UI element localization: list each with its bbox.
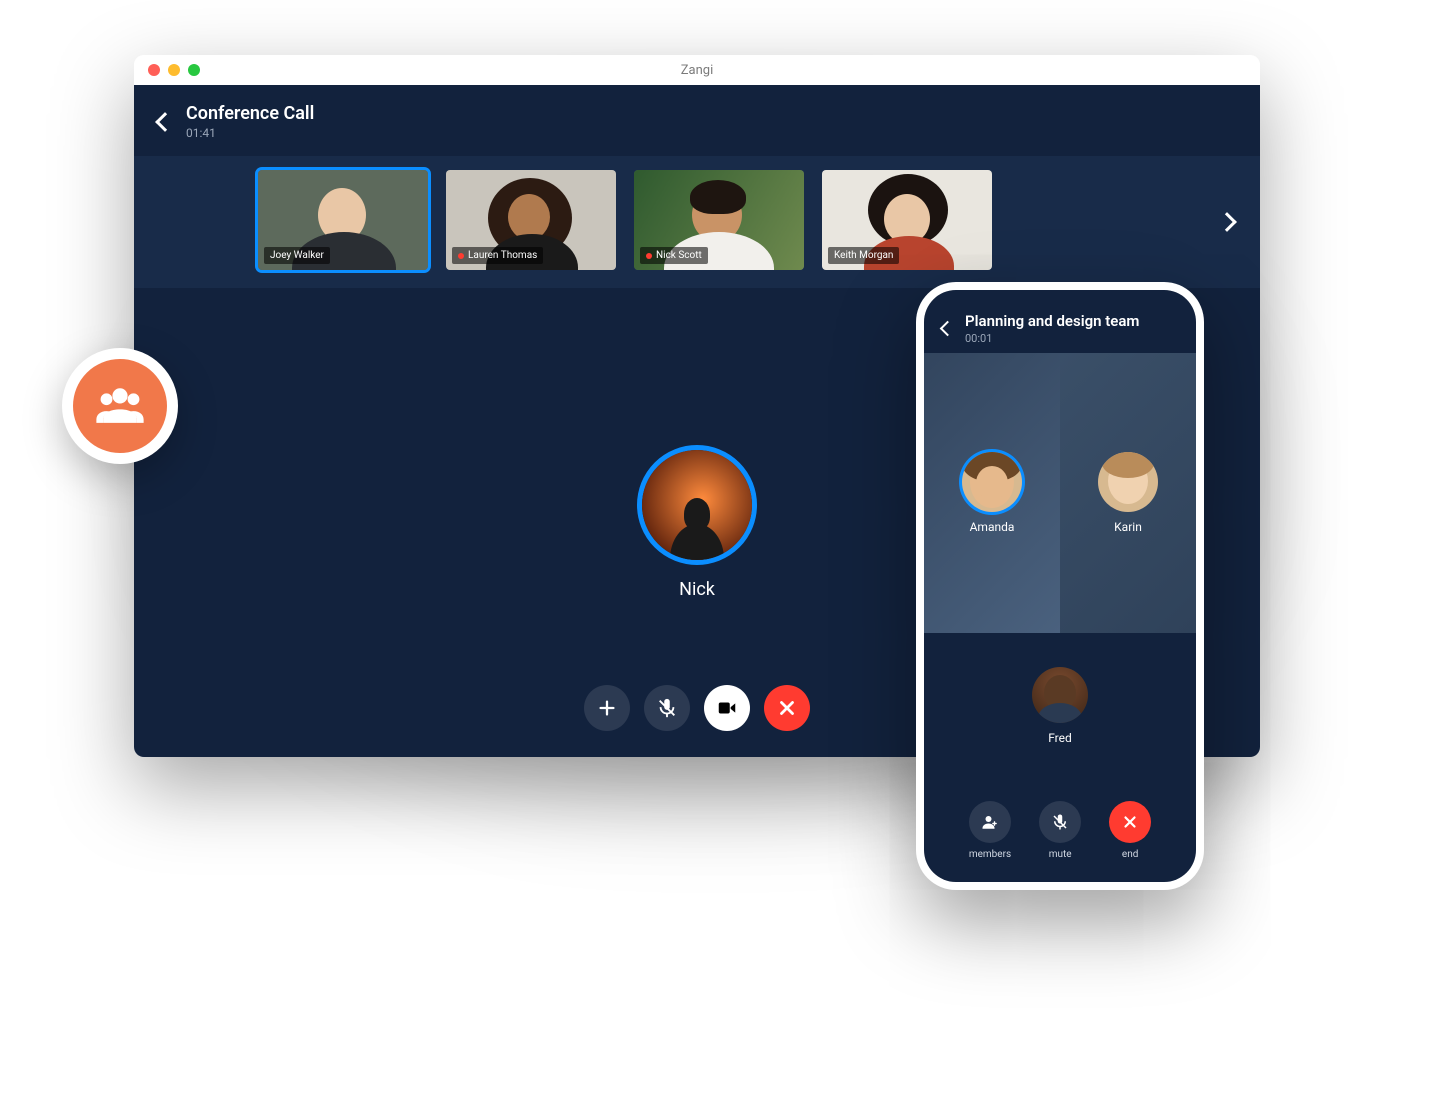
mic-off-icon: [1051, 813, 1069, 831]
participant-name-label: Lauren Thomas: [452, 247, 543, 264]
members-button[interactable]: [969, 801, 1011, 843]
video-icon: [716, 697, 738, 719]
mute-label: mute: [1049, 849, 1072, 860]
phone-call-header: Planning and design team 00:01: [924, 290, 1196, 353]
phone-participant-cell[interactable]: Amanda: [924, 353, 1060, 633]
scroll-right-icon[interactable]: [1217, 212, 1237, 232]
add-participant-button[interactable]: [584, 685, 630, 731]
muted-indicator-icon: [646, 253, 652, 259]
call-header: Conference Call 01:41: [134, 85, 1260, 150]
participant-name: Amanda: [970, 520, 1015, 534]
mute-button[interactable]: [644, 685, 690, 731]
end-call-button[interactable]: [764, 685, 810, 731]
participant-name: Karin: [1114, 520, 1142, 534]
add-member-icon: [981, 813, 999, 831]
close-icon: [776, 697, 798, 719]
call-duration: 01:41: [186, 126, 314, 140]
participant-name-label: Keith Morgan: [828, 247, 899, 264]
participant-thumb[interactable]: Nick Scott: [634, 170, 804, 270]
phone-lower-area: Fred: [924, 633, 1196, 789]
minimize-window-button[interactable]: [168, 64, 180, 76]
participant-thumb[interactable]: Lauren Thomas: [446, 170, 616, 270]
phone-call-duration: 00:01: [965, 332, 1139, 345]
phone-mock: Planning and design team 00:01 Amanda Ka…: [916, 282, 1204, 890]
feature-badge: [62, 348, 178, 464]
traffic-lights: [134, 64, 200, 76]
phone-call-title: Planning and design team: [965, 312, 1139, 330]
call-controls: [584, 685, 810, 731]
maximize-window-button[interactable]: [188, 64, 200, 76]
participant-thumb[interactable]: Joey Walker: [258, 170, 428, 270]
call-header-texts: Conference Call 01:41: [186, 103, 314, 140]
mute-button[interactable]: [1039, 801, 1081, 843]
members-label: members: [969, 849, 1011, 860]
end-call-button[interactable]: [1109, 801, 1151, 843]
participant-thumb[interactable]: Keith Morgan: [822, 170, 992, 270]
participant-avatar[interactable]: [1032, 667, 1088, 723]
video-button[interactable]: [704, 685, 750, 731]
active-speaker-avatar[interactable]: [637, 445, 757, 565]
phone-call-controls: members mute end: [924, 789, 1196, 882]
group-icon: [93, 379, 147, 433]
participant-avatar: [962, 452, 1022, 512]
end-label: end: [1122, 849, 1138, 860]
window-titlebar: Zangi: [134, 55, 1260, 85]
close-icon: [1121, 813, 1139, 831]
back-icon[interactable]: [940, 321, 956, 337]
phone-participant-cell[interactable]: Karin: [1060, 353, 1196, 633]
participant-name-label: Joey Walker: [264, 247, 330, 264]
active-speaker-name: Nick: [679, 579, 715, 600]
call-title: Conference Call: [186, 103, 314, 124]
feature-badge-inner: [73, 359, 167, 453]
phone-participants-grid: Amanda Karin: [924, 353, 1196, 633]
muted-indicator-icon: [458, 253, 464, 259]
mic-off-icon: [656, 697, 678, 719]
back-icon[interactable]: [155, 112, 175, 132]
plus-icon: [596, 697, 618, 719]
participants-strip: Joey Walker Lauren Thomas: [134, 156, 1260, 288]
participant-avatar: [1098, 452, 1158, 512]
close-window-button[interactable]: [148, 64, 160, 76]
window-title: Zangi: [134, 63, 1260, 78]
phone-screen: Planning and design team 00:01 Amanda Ka…: [924, 290, 1196, 882]
participant-name-label: Nick Scott: [640, 247, 708, 264]
participant-name: Fred: [1048, 731, 1072, 745]
